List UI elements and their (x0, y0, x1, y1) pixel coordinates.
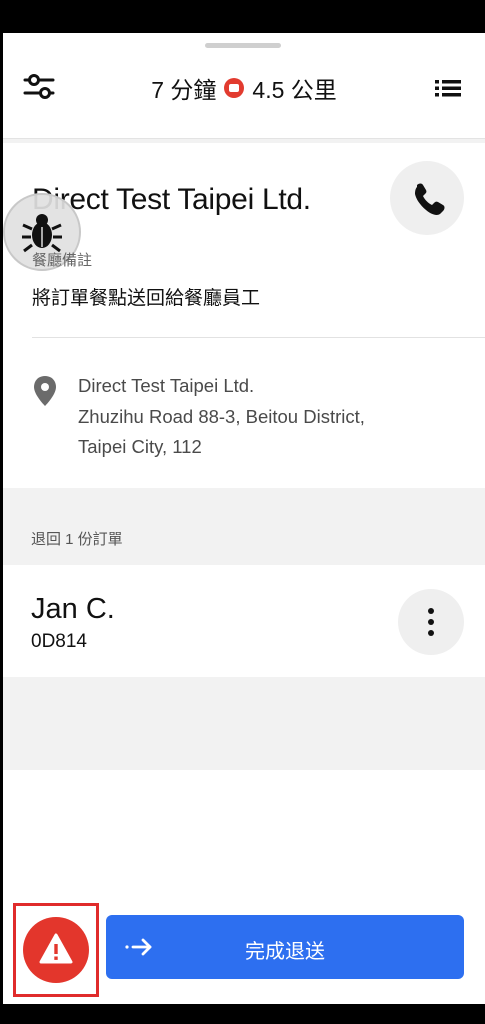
customer-name: Jan C. (31, 593, 115, 625)
list-icon (435, 80, 461, 97)
trip-header: 7 分鐘 4.5 公里 (3, 33, 485, 139)
stop-icon (224, 78, 245, 98)
more-vertical-icon (428, 608, 434, 636)
safety-alert-button[interactable] (23, 917, 89, 983)
trip-summary: 7 分鐘 4.5 公里 (3, 71, 485, 105)
complete-return-button[interactable]: 完成退送 (106, 915, 464, 979)
restaurant-note-text: 將訂單餐點送回給餐廳員工 (32, 288, 261, 309)
complete-return-label: 完成退送 (245, 941, 325, 963)
order-options-button[interactable] (398, 589, 464, 655)
call-button[interactable] (390, 161, 464, 235)
restaurant-address: Direct Test Taipei Ltd. Zhuzihu Road 88-… (78, 371, 365, 463)
trip-list-button[interactable] (433, 75, 463, 101)
address-line: Direct Test Taipei Ltd. (78, 375, 255, 396)
return-orders-label: 退回 1 份訂單 (31, 531, 123, 548)
warning-icon (39, 933, 73, 964)
order-code: 0D814 (31, 631, 87, 652)
order-card[interactable]: Jan C. 0D814 (3, 565, 485, 677)
divider (32, 337, 485, 338)
app-screen: 7 分鐘 4.5 公里 Direct Test Taipei Ltd. 餐廳備註… (3, 33, 485, 1004)
address-line: Taipei City, 112 (78, 436, 202, 457)
eta-text: 7 分鐘 (151, 77, 217, 103)
restaurant-note-label: 餐廳備註 (32, 252, 93, 269)
drag-handle[interactable] (205, 43, 281, 48)
address-line: Zhuzihu Road 88-3, Beitou District, (78, 405, 365, 427)
distance-text: 4.5 公里 (252, 77, 337, 103)
location-pin-icon (32, 375, 58, 407)
phone-icon (415, 183, 445, 215)
restaurant-card: Direct Test Taipei Ltd. 餐廳備註 將訂單餐點送回給餐廳員… (3, 143, 485, 488)
